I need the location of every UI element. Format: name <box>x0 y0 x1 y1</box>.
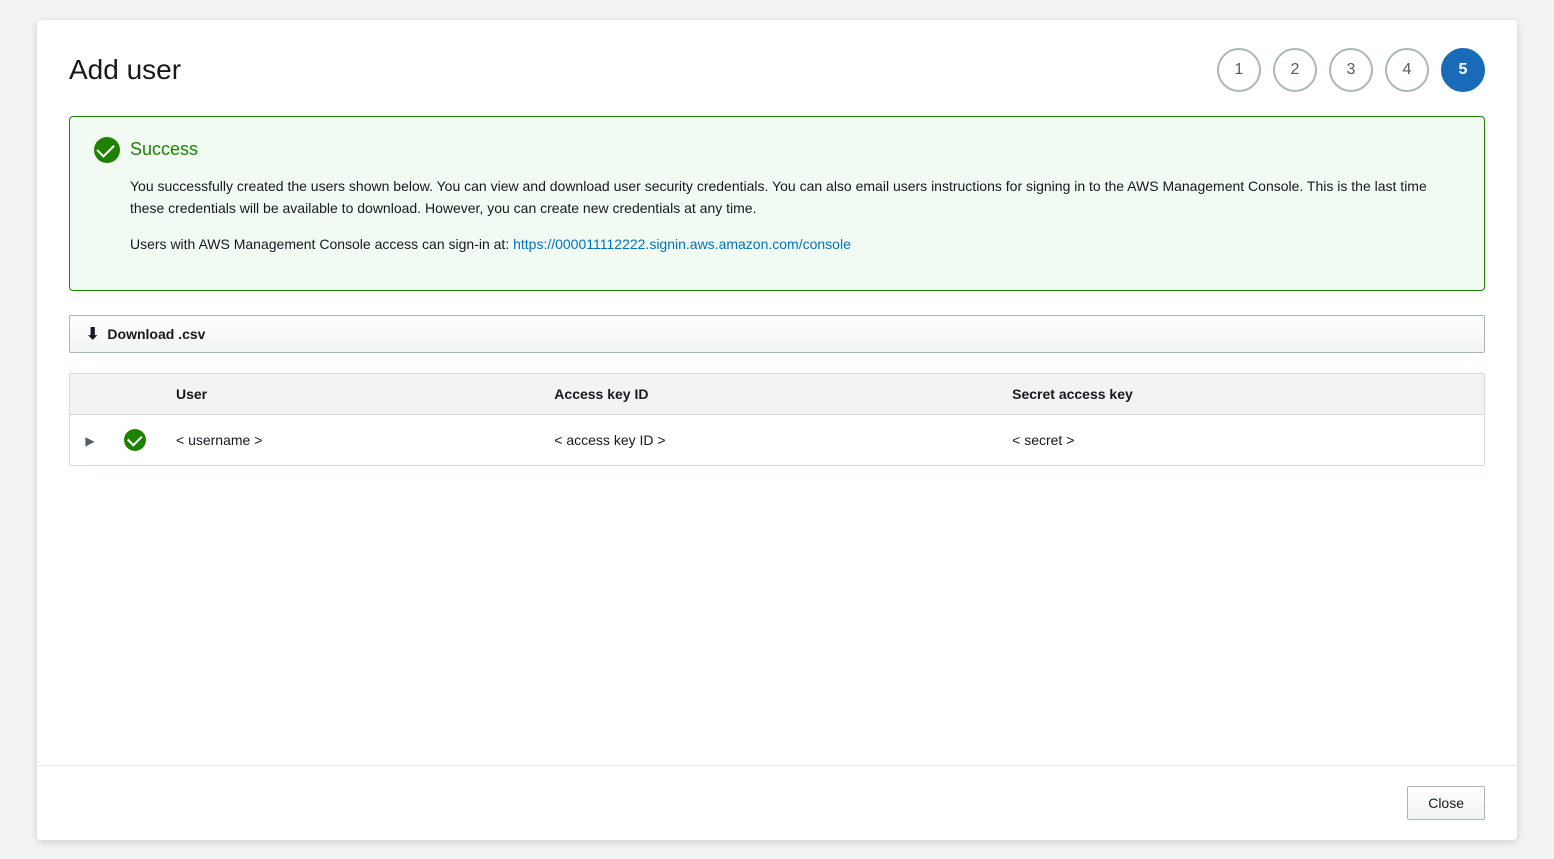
success-banner: Success You successfully created the use… <box>69 116 1485 291</box>
col-header-user: User <box>160 374 538 415</box>
page-title: Add user <box>69 54 181 86</box>
download-csv-button[interactable]: ⬇ Download .csv <box>69 315 1485 353</box>
close-button[interactable]: Close <box>1407 786 1485 820</box>
col-header-status <box>110 374 160 415</box>
success-header: Success <box>94 137 1460 163</box>
row-user-cell: < username > <box>160 414 538 465</box>
row-expand-cell[interactable]: ▶ <box>70 414 110 465</box>
col-header-access-key-id: Access key ID <box>538 374 996 415</box>
success-message-prefix: Users with AWS Management Console access… <box>130 236 513 252</box>
modal-footer: Close <box>37 765 1517 840</box>
row-access-key-id-cell: < access key ID > <box>538 414 996 465</box>
table-header-row: User Access key ID Secret access key <box>70 374 1484 415</box>
users-table-container: User Access key ID Secret access key ▶ <… <box>69 373 1485 466</box>
success-title: Success <box>130 139 198 160</box>
step-4: 4 <box>1385 48 1429 92</box>
step-5: 5 <box>1441 48 1485 92</box>
row-status-cell <box>110 414 160 465</box>
modal-header: Add user 1 2 3 4 5 <box>69 48 1485 92</box>
row-secret-access-key-cell: < secret > <box>996 414 1484 465</box>
success-body: You successfully created the users shown… <box>130 175 1460 256</box>
col-header-secret-access-key: Secret access key <box>996 374 1484 415</box>
row-success-icon <box>124 429 146 451</box>
table-row: ▶ < username > < access key ID > < secre… <box>70 414 1484 465</box>
success-check-icon <box>94 137 120 163</box>
modal-container: Add user 1 2 3 4 5 Success You successfu… <box>37 20 1517 840</box>
download-icon: ⬇ <box>86 324 99 344</box>
step-3: 3 <box>1329 48 1373 92</box>
sign-in-url-link[interactable]: https://000011112222.signin.aws.amazon.c… <box>513 236 851 252</box>
step-2: 2 <box>1273 48 1317 92</box>
download-csv-label: Download .csv <box>107 326 205 342</box>
success-message-line2: Users with AWS Management Console access… <box>130 233 1460 255</box>
success-message-line1: You successfully created the users shown… <box>130 175 1460 220</box>
step-1: 1 <box>1217 48 1261 92</box>
step-indicators: 1 2 3 4 5 <box>1217 48 1485 92</box>
users-table: User Access key ID Secret access key ▶ <… <box>70 374 1484 465</box>
col-header-expand <box>70 374 110 415</box>
expand-arrow-icon[interactable]: ▶ <box>85 434 94 448</box>
